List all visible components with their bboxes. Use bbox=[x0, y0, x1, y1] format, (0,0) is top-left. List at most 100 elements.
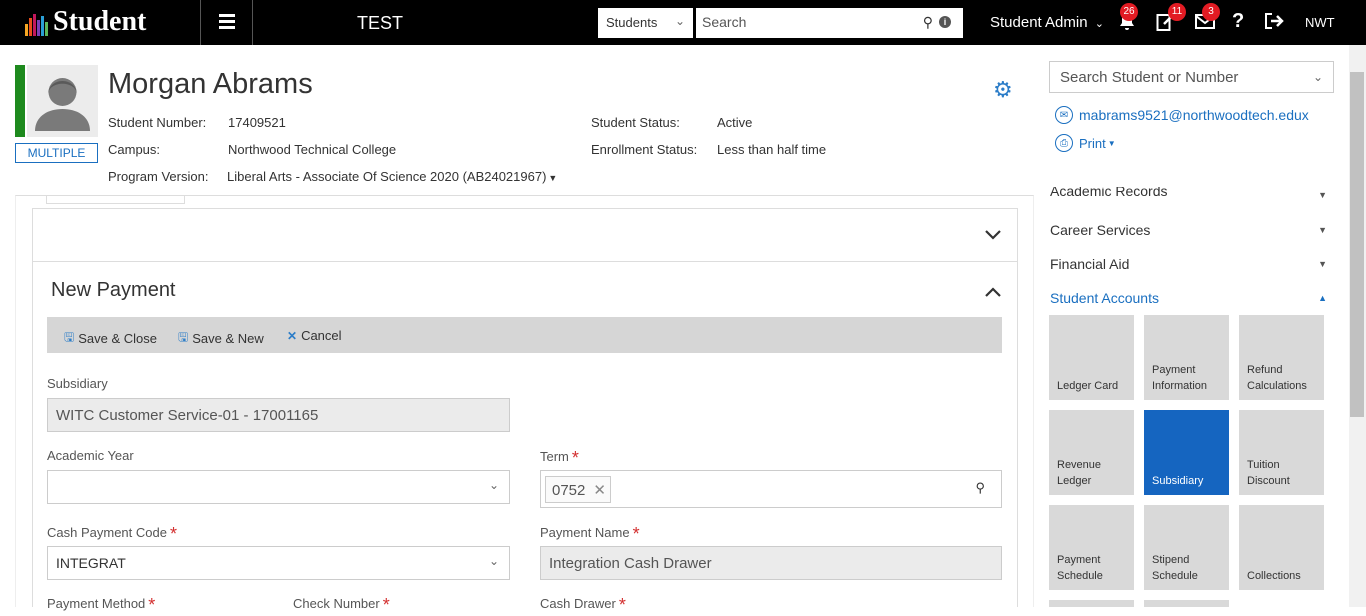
student-number-label: Student Number: bbox=[108, 115, 207, 130]
save-new-button[interactable]: 🖫 Save & New bbox=[178, 328, 264, 349]
printer-icon: ⎙ bbox=[1055, 134, 1073, 152]
tasks-button[interactable]: 11 bbox=[1156, 3, 1186, 37]
enrollment-status-value: Less than half time bbox=[717, 142, 827, 157]
program-version-value: Liberal Arts - Associate Of Science 2020… bbox=[227, 169, 547, 184]
tile-partial[interactable] bbox=[1049, 600, 1134, 607]
save-icon: 🖫 bbox=[64, 330, 75, 344]
scrollbar-thumb[interactable] bbox=[1350, 72, 1364, 417]
search-icon[interactable]: ⚲ bbox=[923, 14, 933, 31]
cash-payment-code-select[interactable]: INTEGRAT ⌄ bbox=[47, 546, 510, 580]
print-menu[interactable]: ⎙ Print ▼ bbox=[1055, 134, 1116, 152]
user-silhouette-icon bbox=[35, 78, 90, 131]
payment-method-label: Payment Method * bbox=[47, 595, 155, 616]
caret-down-icon: ▼ bbox=[1318, 190, 1327, 200]
nav-career-services[interactable]: Career Services ▼ bbox=[1050, 222, 1330, 238]
envelope-icon: ✉ bbox=[1055, 106, 1073, 124]
term-label-text: Term bbox=[540, 449, 569, 464]
tile-label: Payment Information bbox=[1152, 364, 1208, 392]
student-number-value: 17409521 bbox=[228, 115, 286, 130]
campus-label: Campus: bbox=[108, 142, 161, 157]
notifications-button[interactable]: 26 bbox=[1118, 3, 1138, 37]
global-search-input[interactable] bbox=[696, 8, 906, 36]
tile-stipend-schedule[interactable]: Stipend Schedule bbox=[1144, 505, 1229, 590]
user-menu[interactable]: Student Admin ⌄ bbox=[990, 14, 1104, 31]
program-version-select[interactable]: Liberal Arts - Associate Of Science 2020… bbox=[227, 169, 557, 184]
required-asterisk: * bbox=[618, 595, 626, 615]
academic-year-label: Academic Year bbox=[47, 448, 134, 463]
term-field[interactable]: 0752 ✕ ⚲ bbox=[540, 470, 1002, 508]
search-scope-select[interactable]: Students ⌄ bbox=[598, 8, 693, 38]
check-number-label: Check Number * bbox=[293, 595, 390, 616]
payment-name-field: Integration Cash Drawer bbox=[540, 546, 1002, 580]
tab-stub bbox=[46, 195, 185, 204]
org-code: NWT bbox=[1305, 15, 1335, 30]
nav-financial-aid[interactable]: Financial Aid ▼ bbox=[1050, 256, 1330, 272]
nav-label: Academic Records bbox=[1050, 187, 1168, 199]
tile-label: Subsidiary bbox=[1152, 475, 1204, 487]
multiple-button[interactable]: MULTIPLE bbox=[15, 143, 98, 163]
top-navbar: Student TEST Students ⌄ ⚲ i Student Admi… bbox=[0, 0, 1366, 45]
program-version-label: Program Version: bbox=[108, 169, 209, 184]
app-name: Student bbox=[53, 6, 147, 37]
divider bbox=[252, 0, 253, 45]
logout-button[interactable] bbox=[1264, 12, 1284, 35]
button-label: Save & New bbox=[192, 331, 264, 346]
save-close-button[interactable]: 🖫 Save & Close bbox=[64, 328, 157, 349]
required-asterisk: * bbox=[571, 448, 579, 468]
environment-label: TEST bbox=[357, 13, 404, 33]
nav-label: Financial Aid bbox=[1050, 256, 1130, 272]
user-name: Student Admin bbox=[990, 14, 1088, 31]
tile-subsidiary[interactable]: Subsidiary bbox=[1144, 410, 1229, 495]
hamburger-menu-icon[interactable] bbox=[219, 14, 235, 32]
tile-label: Stipend Schedule bbox=[1152, 554, 1198, 582]
chevron-down-icon[interactable] bbox=[985, 227, 1001, 245]
tile-label: Refund Calculations bbox=[1247, 364, 1307, 392]
nav-student-accounts[interactable]: Student Accounts ▲ bbox=[1050, 290, 1330, 306]
panel-title: New Payment bbox=[51, 279, 176, 301]
required-asterisk: * bbox=[169, 524, 177, 544]
tile-label: Payment Schedule bbox=[1057, 554, 1103, 582]
remove-chip-icon[interactable]: ✕ bbox=[593, 482, 606, 499]
tile-tuition-discount[interactable]: Tuition Discount bbox=[1239, 410, 1324, 495]
collapsed-panel[interactable] bbox=[32, 208, 1018, 262]
app-logo[interactable]: Student bbox=[25, 8, 146, 36]
tile-label: Collections bbox=[1247, 570, 1301, 582]
nav-label: Career Services bbox=[1050, 222, 1151, 238]
gear-icon[interactable]: ⚙ bbox=[993, 77, 1013, 103]
cash-payment-code-label: Cash Payment Code * bbox=[47, 524, 177, 545]
help-icon[interactable]: ? bbox=[1232, 10, 1244, 33]
cancel-button[interactable]: ✕ Cancel bbox=[287, 328, 342, 343]
save-icon: 🖫 bbox=[178, 330, 189, 344]
logout-icon bbox=[1265, 13, 1284, 29]
enrollment-status-label: Enrollment Status: bbox=[591, 142, 698, 157]
student-search-select[interactable]: Search Student or Number ⌄ bbox=[1049, 61, 1334, 93]
search-icon[interactable]: ⚲ bbox=[975, 480, 985, 496]
payment-name-value: Integration Cash Drawer bbox=[549, 555, 712, 572]
button-label: Save & Close bbox=[78, 331, 157, 346]
messages-badge: 3 bbox=[1202, 3, 1220, 21]
tile-refund-calculations[interactable]: Refund Calculations bbox=[1239, 315, 1324, 400]
student-status-value: Active bbox=[717, 115, 753, 130]
student-name: Morgan Abrams bbox=[108, 68, 313, 100]
academic-year-select[interactable]: ⌄ bbox=[47, 470, 510, 504]
tile-label: Revenue Ledger bbox=[1057, 459, 1102, 487]
nav-academic-records[interactable]: Academic Records ▼ bbox=[1050, 187, 1330, 203]
messages-button[interactable]: 3 bbox=[1195, 3, 1220, 35]
tile-payment-information[interactable]: Payment Information bbox=[1144, 315, 1229, 400]
tile-payment-schedule[interactable]: Payment Schedule bbox=[1049, 505, 1134, 590]
tile-collections[interactable]: Collections bbox=[1239, 505, 1324, 590]
caret-down-icon: ▼ bbox=[1107, 138, 1116, 148]
chevron-down-icon: ⌄ bbox=[488, 554, 499, 568]
status-strip bbox=[15, 65, 25, 137]
required-asterisk: * bbox=[148, 595, 156, 615]
tile-partial[interactable] bbox=[1144, 600, 1229, 607]
tile-ledger-card[interactable]: Ledger Card bbox=[1049, 315, 1134, 400]
email-link[interactable]: ✉ mabrams9521@northwoodtech.edux bbox=[1055, 106, 1309, 124]
info-icon[interactable]: i bbox=[939, 16, 951, 28]
tasks-badge: 11 bbox=[1168, 3, 1186, 21]
tile-revenue-ledger[interactable]: Revenue Ledger bbox=[1049, 410, 1134, 495]
form-toolbar: 🖫 Save & Close 🖫 Save & New ✕ Cancel bbox=[47, 317, 1002, 353]
chevron-up-icon[interactable] bbox=[985, 284, 1001, 302]
student-search-placeholder: Search Student or Number bbox=[1060, 69, 1239, 86]
chevron-down-icon: ⌄ bbox=[1312, 70, 1323, 84]
